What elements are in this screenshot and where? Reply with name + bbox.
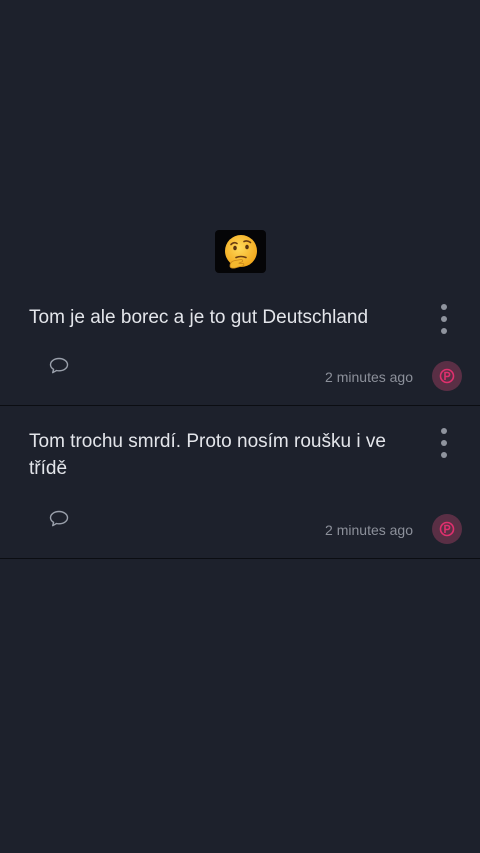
reaction-emoji	[215, 230, 266, 273]
more-vertical-icon-dot	[441, 316, 447, 322]
comment-icon[interactable]	[48, 509, 70, 529]
post-card[interactable]: Tom trochu smrdí. Proto nosím roušku i v…	[0, 406, 480, 559]
avatar-icon	[439, 521, 455, 537]
avatar-icon	[439, 368, 455, 384]
comment-icon[interactable]	[48, 356, 70, 376]
post-card[interactable]: Tom je ale borec a je to gut Deutschland…	[0, 282, 480, 406]
avatar[interactable]	[432, 361, 462, 391]
more-vertical-icon	[441, 428, 447, 434]
more-vertical-icon-dot	[441, 328, 447, 334]
post-feed: Tom je ale borec a je to gut Deutschland…	[0, 282, 480, 559]
post-text: Tom je ale borec a je to gut Deutschland	[29, 307, 369, 328]
more-options-button[interactable]	[434, 304, 454, 334]
more-vertical-icon-dot	[441, 452, 447, 458]
more-vertical-icon	[441, 304, 447, 310]
avatar[interactable]	[432, 514, 462, 544]
post-timestamp: 2 minutes ago	[325, 522, 413, 538]
post-timestamp: 2 minutes ago	[325, 369, 413, 385]
post-text: Tom trochu smrdí. Proto nosím roušku i v…	[29, 431, 386, 479]
more-vertical-icon-dot	[441, 440, 447, 446]
more-options-button[interactable]	[434, 428, 454, 458]
thinking-face-emoji-icon	[224, 234, 257, 269]
